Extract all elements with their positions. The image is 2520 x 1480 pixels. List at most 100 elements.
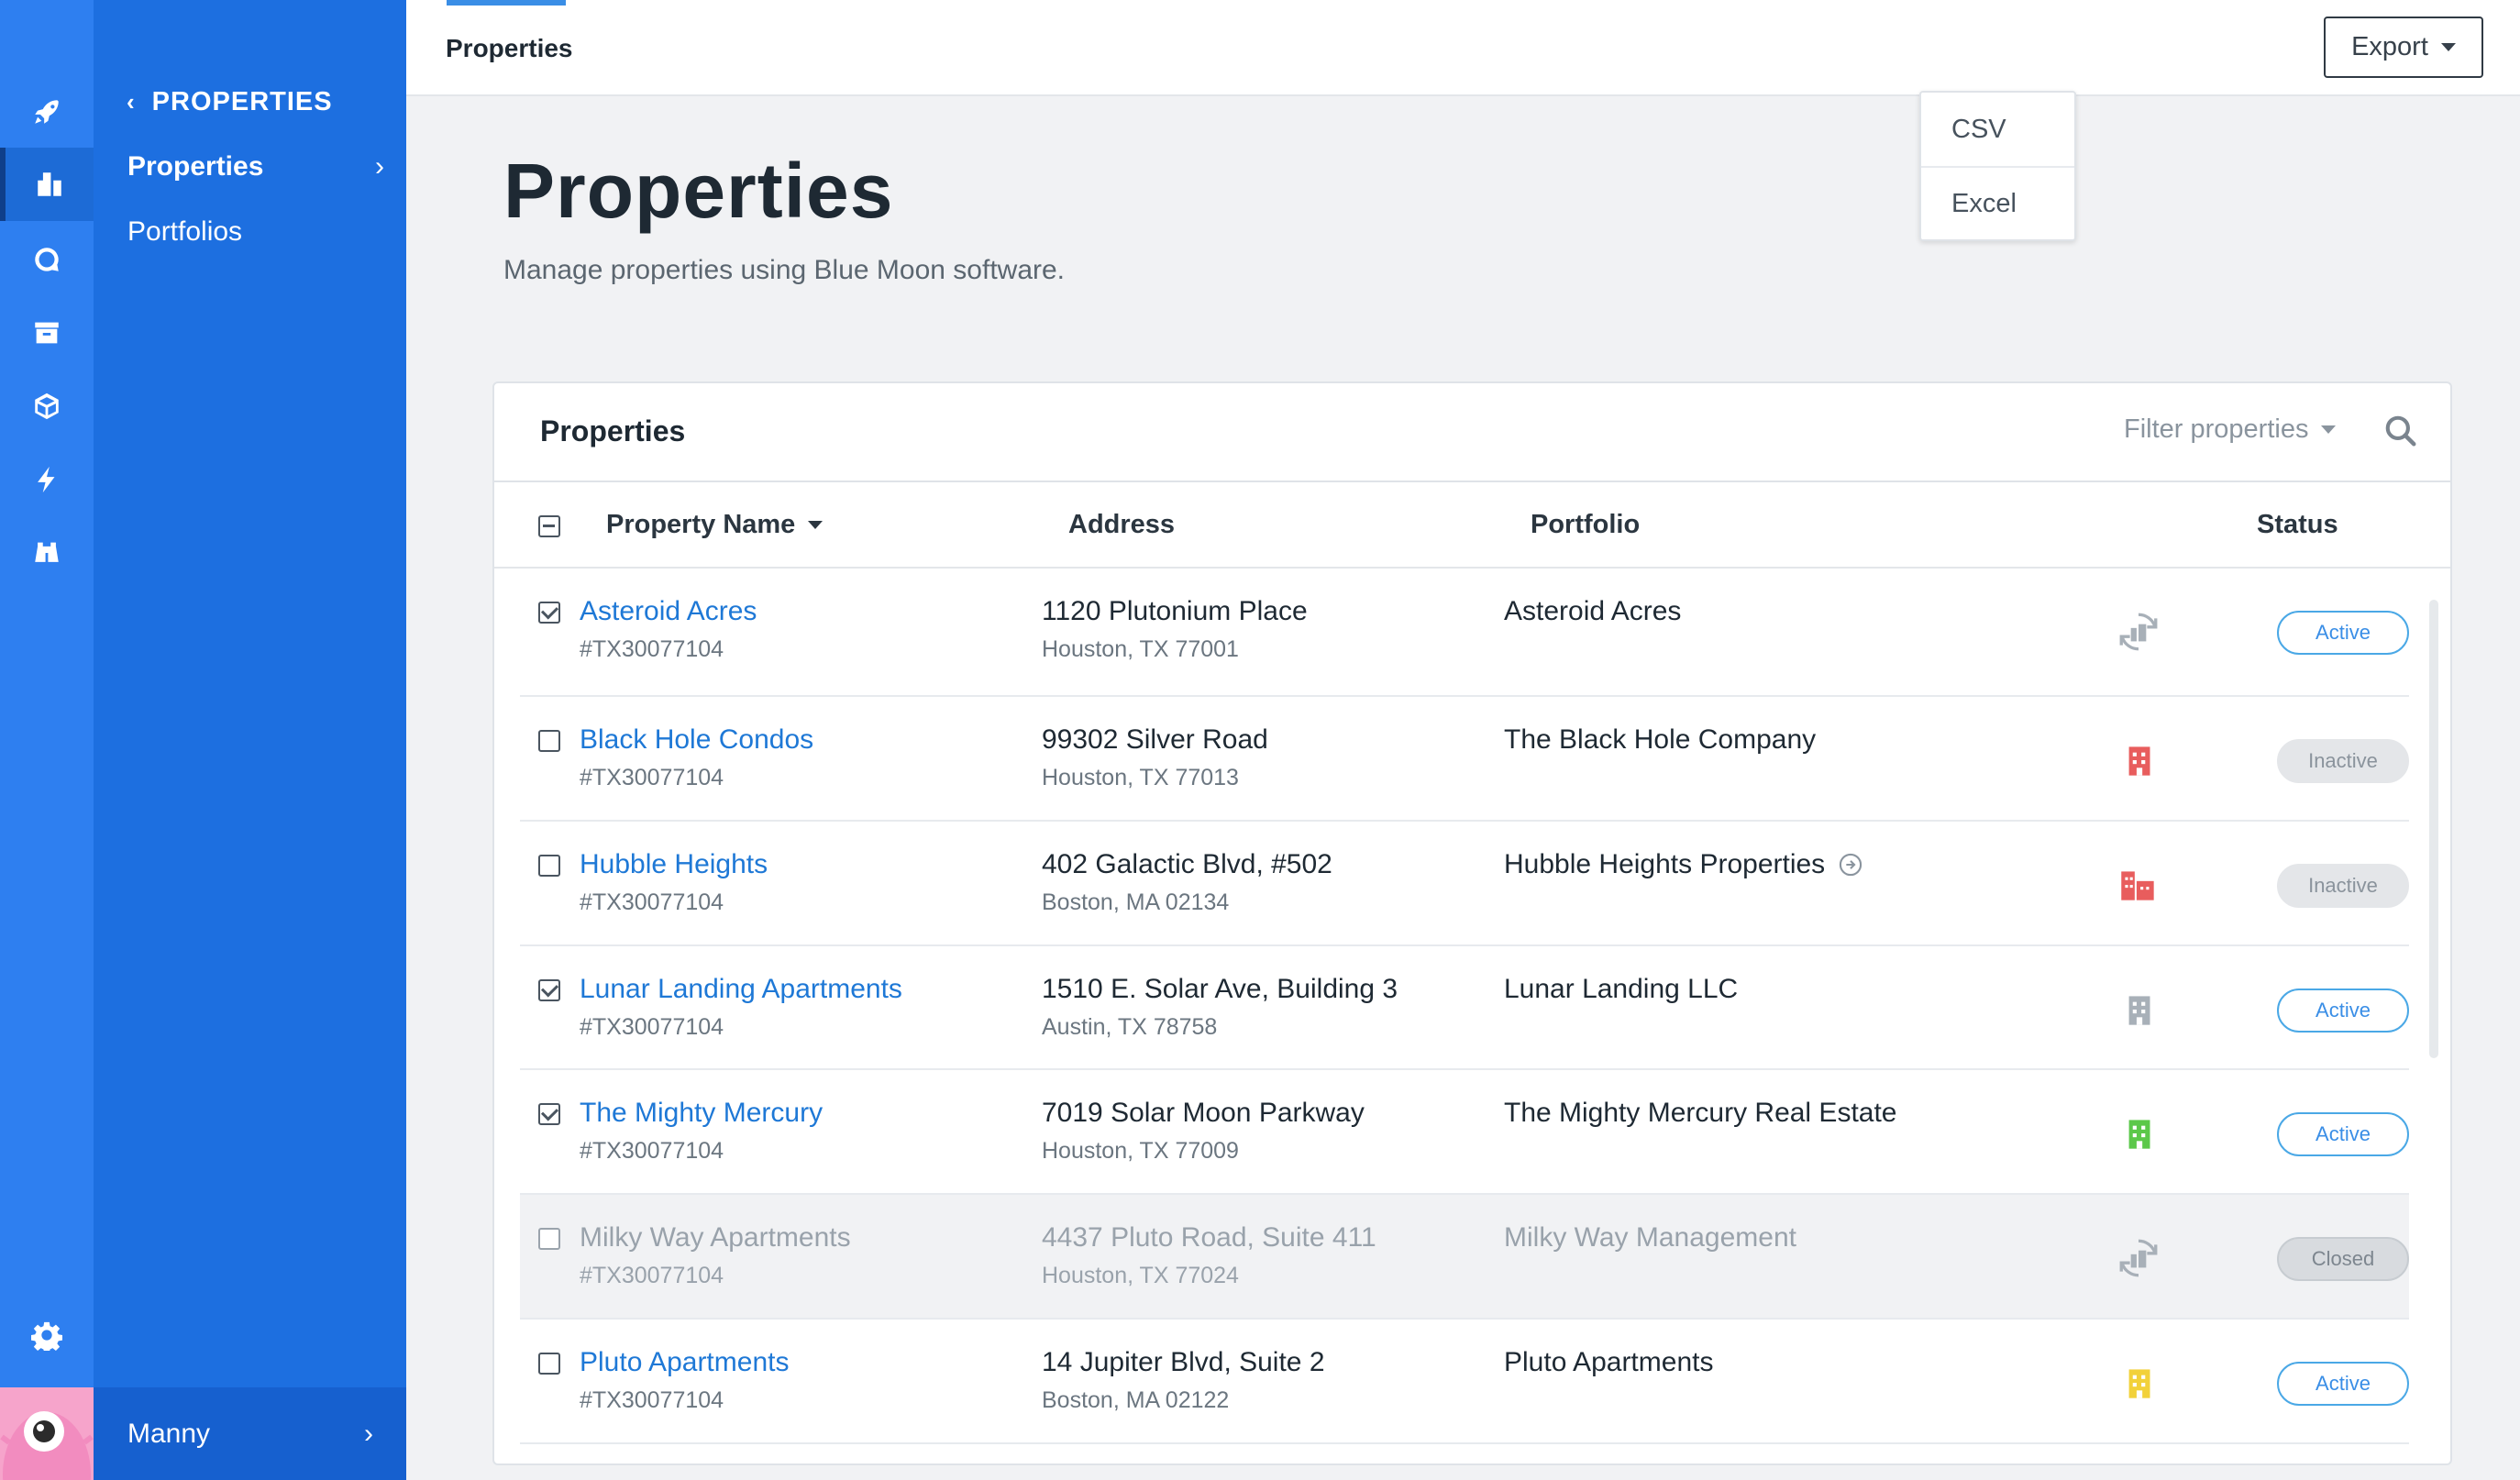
property-id: #TX30077104 (580, 1138, 724, 1164)
portfolio-name: The Mighty Mercury Real Estate (1504, 1098, 1897, 1128)
chevron-right-icon: › (364, 1418, 373, 1449)
status-badge: Active (2277, 611, 2409, 655)
building-icon (2128, 996, 2150, 1025)
table-row[interactable]: Hubble Heights #TX30077104 402 Galactic … (520, 822, 2409, 946)
sidebar-item-label: Portfolios (127, 216, 243, 247)
property-name-link[interactable]: Milky Way Apartments (580, 1222, 851, 1254)
export-button[interactable]: Export (2324, 17, 2483, 78)
property-id: #TX30077104 (580, 636, 724, 662)
property-id: #TX30077104 (580, 1263, 724, 1288)
chevron-right-icon: › (375, 151, 384, 182)
cube-icon[interactable] (0, 370, 94, 443)
sidebar-item-properties[interactable]: Properties › (127, 151, 384, 182)
property-name-link[interactable]: The Mighty Mercury (580, 1098, 823, 1129)
buildings-icon (2121, 871, 2154, 900)
chat-bubble-icon[interactable] (0, 223, 94, 296)
card-title: Properties (540, 414, 686, 447)
building-icon (2128, 1120, 2150, 1149)
export-option-csv[interactable]: CSV (1921, 93, 2074, 166)
sort-caret-icon (808, 521, 823, 529)
gear-icon[interactable] (0, 1298, 94, 1372)
card-header: Properties Filter properties (494, 383, 2450, 482)
filter-label: Filter properties (2124, 414, 2309, 444)
buildings-icon[interactable] (0, 148, 94, 221)
status-badge: Active (2277, 1362, 2409, 1406)
portfolio-cell: Milky Way Management (1504, 1222, 1796, 1254)
back-link-label: PROPERTIES (151, 87, 333, 116)
tab-properties[interactable]: Properties (446, 0, 573, 96)
status-badge: Inactive (2277, 739, 2409, 783)
property-name-link[interactable]: Pluto Apartments (580, 1347, 789, 1378)
table-row[interactable]: Black Hole Condos #TX30077104 99302 Silv… (520, 697, 2409, 822)
portfolio-cell: Lunar Landing LLC (1504, 974, 1738, 1005)
search-icon[interactable] (2383, 414, 2418, 448)
sync-building-icon (2119, 613, 2158, 651)
property-name-link[interactable]: Lunar Landing Apartments (580, 974, 902, 1005)
column-header-portfolio: Portfolio (1531, 510, 1641, 539)
property-city: Houston, TX 77013 (1042, 765, 1239, 790)
table-row[interactable]: The Mighty Mercury #TX30077104 7019 Sola… (520, 1070, 2409, 1195)
chevron-left-icon: ‹ (127, 88, 136, 116)
row-checkbox[interactable] (538, 1353, 560, 1375)
property-address: 14 Jupiter Blvd, Suite 2 (1042, 1347, 1325, 1377)
filter-dropdown[interactable]: Filter properties (2124, 414, 2337, 445)
property-name-link[interactable]: Hubble Heights (580, 849, 768, 880)
property-name-link[interactable]: Asteroid Acres (580, 596, 757, 627)
sync-building-icon (2119, 1239, 2158, 1277)
property-city: Houston, TX 77024 (1042, 1263, 1239, 1288)
portfolio-cell: Hubble Heights Properties (1504, 849, 1863, 880)
property-address: 7019 Solar Moon Parkway (1042, 1098, 1365, 1128)
arrow-circle-right-icon[interactable] (1838, 852, 1863, 878)
page-subtitle: Manage properties using Blue Moon softwa… (503, 255, 1066, 285)
export-option-excel[interactable]: Excel (1921, 166, 2074, 239)
property-address: 4437 Pluto Road, Suite 411 (1042, 1222, 1376, 1253)
portfolio-cell: The Mighty Mercury Real Estate (1504, 1098, 1896, 1129)
rocket-icon[interactable] (0, 75, 94, 149)
property-id: #TX30077104 (580, 1387, 724, 1413)
row-checkbox[interactable] (538, 855, 560, 877)
back-link[interactable]: ‹ PROPERTIES (127, 87, 333, 117)
page-title: Properties (503, 148, 894, 234)
table-row[interactable]: Asteroid Acres #TX30077104 1120 Plutoniu… (520, 569, 2409, 697)
avatar[interactable] (0, 1387, 94, 1480)
row-checkbox[interactable] (538, 602, 560, 624)
portfolio-name: The Black Hole Company (1504, 724, 1817, 755)
portfolio-name: Milky Way Management (1504, 1222, 1796, 1253)
property-city: Boston, MA 02122 (1042, 1387, 1230, 1413)
status-badge: Inactive (2277, 864, 2409, 908)
scrollbar[interactable] (2429, 600, 2438, 1058)
table-header: Property Name Address Portfolio Status (494, 482, 2450, 569)
icon-rail (0, 0, 94, 1480)
export-dropdown: CSV Excel (1919, 91, 2076, 241)
table-row[interactable]: Milky Way Apartments #TX30077104 4437 Pl… (520, 1195, 2409, 1320)
user-menu[interactable]: Manny › (94, 1387, 406, 1480)
row-checkbox[interactable] (538, 1103, 560, 1125)
row-checkbox[interactable] (538, 1228, 560, 1250)
row-checkbox[interactable] (538, 730, 560, 752)
building-icon (2128, 1369, 2150, 1398)
status-badge: Active (2277, 1112, 2409, 1156)
select-all-checkbox[interactable] (538, 515, 560, 537)
status-badge: Closed (2277, 1237, 2409, 1281)
top-bar: Properties Export (406, 0, 2520, 96)
sidebar-item-portfolios[interactable]: Portfolios (127, 216, 242, 248)
lightning-icon[interactable] (0, 443, 94, 516)
property-id: #TX30077104 (580, 889, 724, 915)
column-header-property-name[interactable]: Property Name (606, 510, 823, 540)
property-name-link[interactable]: Black Hole Condos (580, 724, 813, 756)
sidebar-submenu: ‹ PROPERTIES Properties › Portfolios Man… (94, 0, 406, 1480)
user-name: Manny (127, 1418, 211, 1449)
property-address: 99302 Silver Road (1042, 724, 1268, 755)
table-row[interactable]: Pluto Apartments #TX30077104 14 Jupiter … (520, 1320, 2409, 1444)
binoculars-icon[interactable] (0, 516, 94, 590)
property-city: Austin, TX 78758 (1042, 1014, 1218, 1040)
portfolio-name: Hubble Heights Properties (1504, 849, 1826, 879)
property-city: Houston, TX 77001 (1042, 636, 1239, 662)
row-checkbox[interactable] (538, 979, 560, 1001)
export-button-label: Export (2351, 32, 2428, 61)
caret-down-icon (2321, 425, 2337, 434)
table-row[interactable]: Lunar Landing Apartments #TX30077104 151… (520, 946, 2409, 1070)
column-header-label: Property Name (606, 510, 796, 539)
properties-card: Properties Filter properties Property Na… (492, 381, 2452, 1465)
archive-icon[interactable] (0, 296, 94, 370)
